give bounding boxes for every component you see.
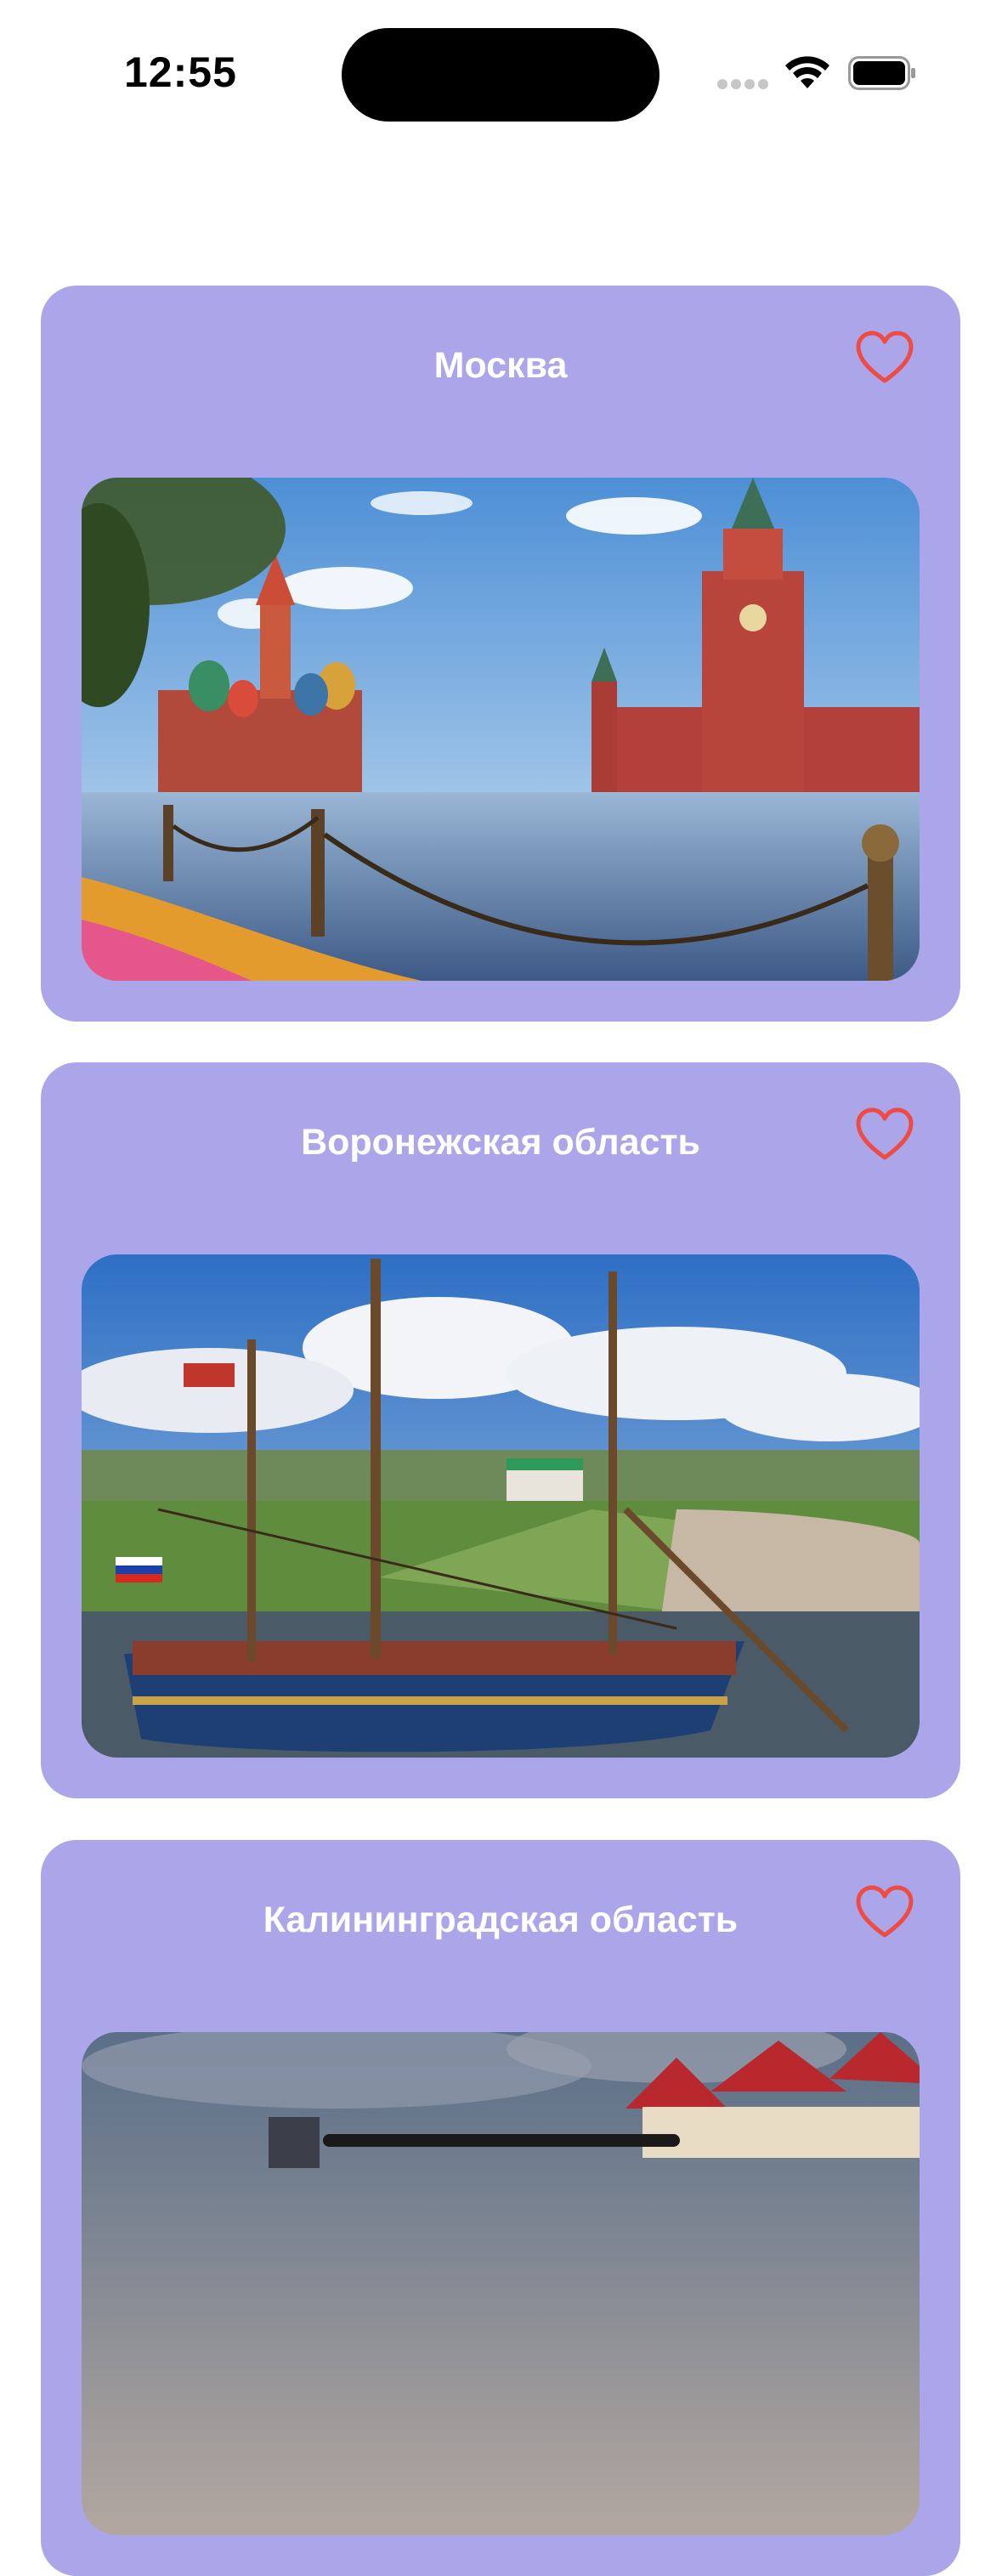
heart-outline-icon[interactable] <box>855 1107 914 1163</box>
region-card[interactable]: Воронежская область <box>41 1062 960 1798</box>
region-title: Калининградская область <box>263 1899 739 1940</box>
cellular-signal-icon <box>717 79 768 91</box>
wifi-icon <box>785 56 829 88</box>
heart-outline-icon[interactable] <box>855 1884 914 1940</box>
status-time: 12:55 <box>124 48 237 96</box>
status-bar: 12:55 <box>0 0 1002 127</box>
dynamic-island <box>342 28 660 122</box>
region-title: Москва <box>433 345 568 386</box>
region-title: Воронежская область <box>301 1122 700 1163</box>
region-card[interactable]: Калининградская область <box>41 1840 960 2576</box>
region-photo <box>82 478 920 981</box>
battery-icon <box>848 56 915 90</box>
region-photo <box>82 1254 920 1758</box>
region-card[interactable]: Москва <box>41 286 960 1022</box>
heart-outline-icon[interactable] <box>855 330 914 386</box>
home-indicator[interactable] <box>323 2134 680 2147</box>
region-photo <box>82 2032 920 2535</box>
